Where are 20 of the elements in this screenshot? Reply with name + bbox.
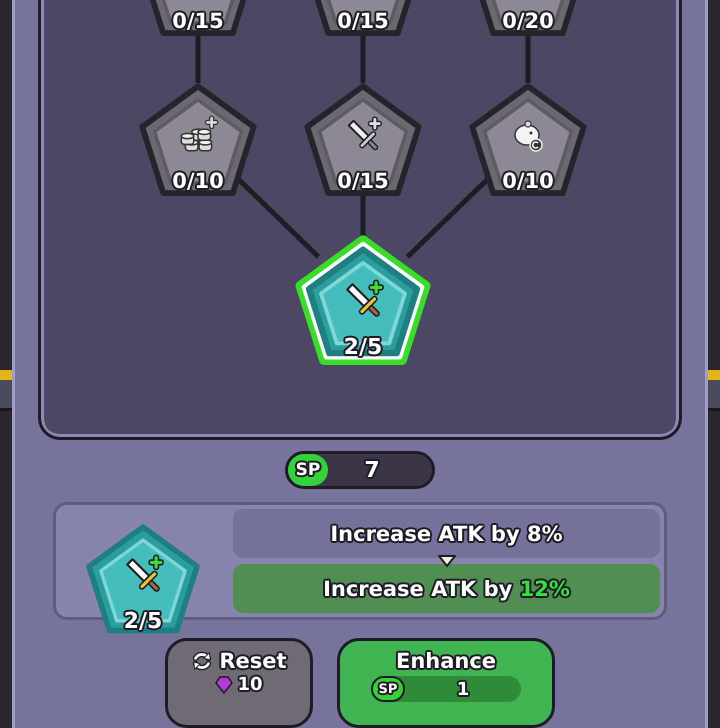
- reset-button[interactable]: Reset 10: [165, 638, 313, 728]
- enhance-button[interactable]: Enhance SP 1: [337, 638, 555, 728]
- down-arrow-icon: [436, 554, 456, 568]
- gem-icon: [215, 676, 234, 694]
- skill-node[interactable]: 0/20: [463, 0, 593, 43]
- skill-node[interactable]: 0/10: [133, 77, 263, 203]
- skill-node[interactable]: 0/15: [298, 77, 428, 203]
- reset-cost: 10: [237, 674, 263, 695]
- next-effect: Increase ATK by 12%: [233, 564, 660, 613]
- enhance-cost: 1: [456, 678, 470, 700]
- skill-node[interactable]: 0/15: [133, 0, 263, 43]
- sp-value: 7: [363, 458, 381, 482]
- refresh-icon: [191, 650, 214, 672]
- skill-node[interactable]: 0/15: [298, 0, 428, 43]
- skill-node[interactable]: 2/5: [293, 232, 433, 368]
- sp-badge: SP: [371, 676, 405, 702]
- sp-badge: SP: [288, 454, 328, 486]
- current-effect: Increase ATK by 8%: [233, 509, 660, 558]
- level-label: 2/5: [122, 608, 164, 634]
- skill-node[interactable]: 0/10: [463, 77, 593, 203]
